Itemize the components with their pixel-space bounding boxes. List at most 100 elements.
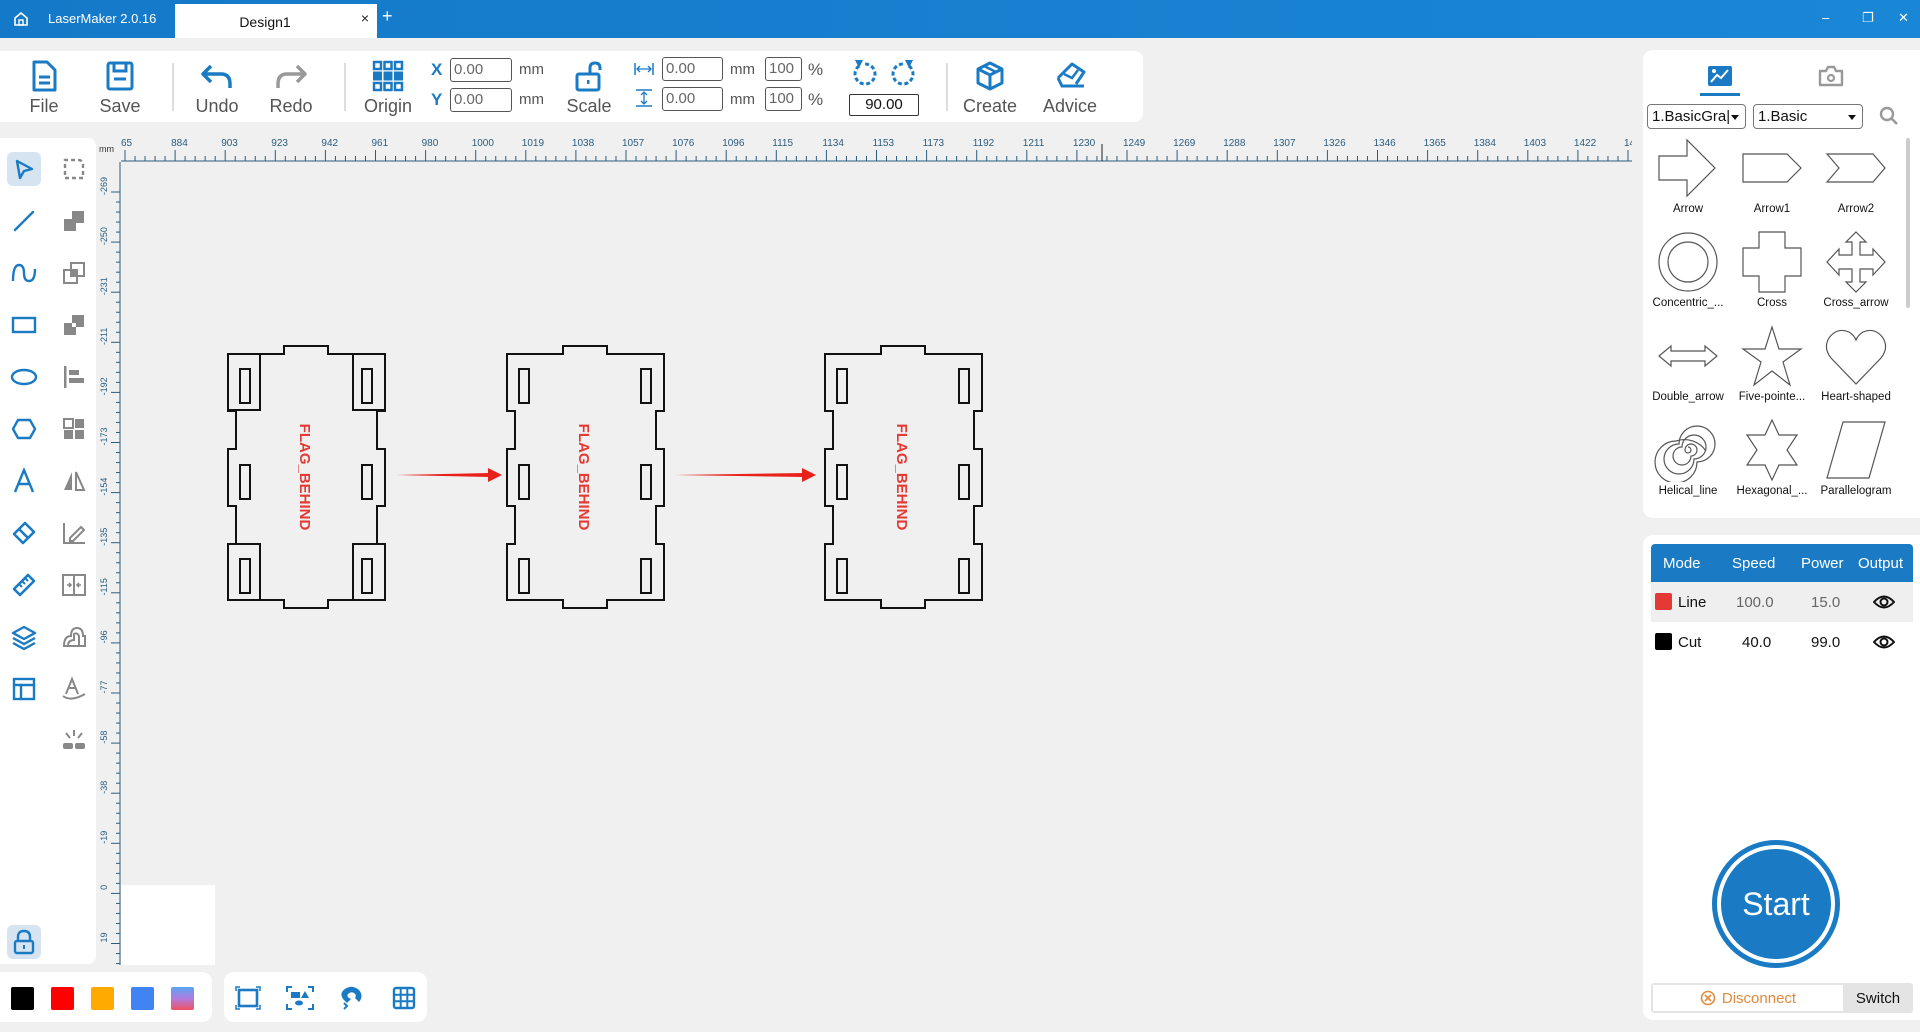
minimize-button[interactable]: – (1822, 10, 1829, 25)
switch-button[interactable]: Switch (1845, 985, 1911, 1011)
fit-selection-button[interactable] (286, 985, 314, 1011)
shape-item-arrow1[interactable]: Arrow1 (1730, 136, 1814, 230)
design-canvas[interactable]: FLAG_BEHIND FLAG_BEHIND FLAG_BEHIND (121, 162, 1632, 965)
layers-tool[interactable] (7, 620, 41, 654)
search-icon[interactable] (1879, 106, 1899, 126)
save-button[interactable]: Save (88, 57, 152, 121)
rotation-angle-input[interactable]: 90.00 (849, 94, 919, 116)
category-select[interactable]: 1.BasicGra| (1647, 104, 1746, 129)
rotate-right-icon[interactable] (889, 58, 917, 88)
shape-name: Heart-shaped (1821, 391, 1891, 403)
line-tool[interactable] (7, 204, 41, 238)
width-icon (634, 63, 654, 75)
restore-button[interactable]: ❐ (1862, 10, 1874, 26)
shape-item-concentric[interactable]: Concentric_... (1646, 230, 1730, 324)
disconnect-button[interactable]: Disconnect (1653, 985, 1843, 1011)
width-percent-input[interactable]: 100 (765, 57, 802, 81)
intersect-tool[interactable] (57, 256, 91, 290)
panel-label: FLAG_BEHIND (575, 424, 592, 531)
color-swatch-red[interactable] (51, 987, 74, 1010)
ruler-tool[interactable] (7, 568, 41, 602)
offset-tool[interactable] (57, 620, 91, 654)
node-edit-tool[interactable] (57, 152, 91, 186)
box-panel-2[interactable]: FLAG_BEHIND (506, 345, 665, 609)
y-position-input[interactable]: 0.00 (450, 88, 512, 112)
tab-camera[interactable] (1801, 56, 1861, 96)
polygon-tool[interactable] (7, 412, 41, 446)
shape-item-double-arrow[interactable]: Double_arrow (1646, 324, 1730, 418)
distribute-tool[interactable] (57, 568, 91, 602)
frame-icon (235, 986, 261, 1010)
panel-label: FLAG_BEHIND (893, 424, 910, 531)
color-swatch-orange[interactable] (91, 987, 114, 1010)
undo-button[interactable]: Undo (185, 57, 249, 121)
mirror-tool[interactable] (57, 464, 91, 498)
measure-edit-tool[interactable] (57, 516, 91, 550)
shape-item-hexagonal[interactable]: Hexagonal_... (1730, 418, 1814, 512)
advice-button[interactable]: Advice (1038, 57, 1102, 121)
select-tool[interactable] (7, 152, 41, 186)
curve-tool[interactable] (7, 256, 41, 290)
lock-tool[interactable] (7, 925, 41, 959)
subtract-tool[interactable] (57, 308, 91, 342)
text-tool[interactable] (7, 464, 41, 498)
shape-item-five-pointe[interactable]: Five-pointe... (1730, 324, 1814, 418)
ellipse-tool[interactable] (7, 360, 41, 394)
close-tab-icon[interactable]: × (361, 10, 369, 26)
panel-slot (361, 558, 373, 594)
grid-toggle-button[interactable] (390, 985, 418, 1011)
shape-item-cross-arrow[interactable]: Cross_arrow (1814, 230, 1898, 324)
color-swatch-black[interactable] (11, 987, 34, 1010)
origin-button[interactable]: Origin (356, 57, 420, 121)
shape-item-arrow2[interactable]: Arrow2 (1814, 136, 1898, 230)
file-button[interactable]: File (12, 57, 76, 121)
snap-magnet-button[interactable] (338, 985, 366, 1011)
box-panel-3[interactable]: FLAG_BEHIND (824, 345, 983, 609)
layer-power[interactable]: 15.0 (1811, 594, 1840, 611)
scale-lock-button[interactable]: Scale (557, 57, 621, 121)
shape-item-parallelogram[interactable]: Parallelogram (1814, 418, 1898, 512)
layer-row-cut[interactable]: Cut 40.0 99.0 (1651, 622, 1913, 662)
rectangle-tool[interactable] (7, 308, 41, 342)
layer-speed[interactable]: 100.0 (1736, 594, 1774, 611)
layer-speed[interactable]: 40.0 (1742, 634, 1771, 651)
lock-icon (13, 929, 35, 955)
tab-graphics[interactable] (1690, 56, 1750, 96)
shape-item-cross[interactable]: Cross (1730, 230, 1814, 324)
width-input[interactable]: 0.00 (662, 57, 723, 81)
layout-tool[interactable] (7, 672, 41, 706)
height-input[interactable]: 0.00 (662, 87, 723, 111)
add-tab-button[interactable]: + (382, 6, 393, 27)
laser-test-tool[interactable] (57, 724, 91, 758)
layer-power[interactable]: 99.0 (1811, 634, 1840, 651)
eye-icon[interactable] (1873, 634, 1895, 650)
union-tool[interactable] (57, 204, 91, 238)
array-tool[interactable] (57, 412, 91, 446)
align-tool[interactable] (57, 360, 91, 394)
redo-button[interactable]: Redo (259, 57, 323, 121)
box-panel-1[interactable]: FLAG_BEHIND (227, 345, 386, 609)
shape-item-arrow[interactable]: Arrow (1646, 136, 1730, 230)
color-swatch-blue[interactable] (131, 987, 154, 1010)
fit-view-button[interactable] (234, 985, 262, 1011)
eraser-tool[interactable] (7, 516, 41, 550)
shape-item-helical-line[interactable]: Helical_line (1646, 418, 1730, 512)
create-button[interactable]: Create (958, 57, 1022, 121)
shape-library-scrollbar[interactable] (1906, 138, 1910, 308)
home-icon[interactable] (12, 10, 30, 28)
color-swatch-gradient[interactable] (171, 987, 194, 1010)
height-percent-input[interactable]: 100 (765, 87, 802, 111)
start-button[interactable]: Start (1712, 840, 1840, 968)
ruler-tick-label: 1384 (1474, 138, 1497, 149)
ruler-tick-label: -154 (99, 478, 109, 496)
layer-row-line[interactable]: Line 100.0 15.0 (1651, 582, 1913, 622)
rotate-left-icon[interactable] (851, 58, 879, 88)
text-on-path-tool[interactable] (57, 672, 91, 706)
close-window-button[interactable]: ✕ (1898, 10, 1909, 26)
tab-design1[interactable]: Design1 × (175, 4, 377, 38)
shape-item-heart-shaped[interactable]: Heart-shaped (1814, 324, 1898, 418)
camera-icon (1818, 65, 1844, 87)
subcategory-select[interactable]: 1.Basic (1753, 104, 1863, 129)
eye-icon[interactable] (1873, 594, 1895, 610)
x-position-input[interactable]: 0.00 (450, 58, 512, 82)
